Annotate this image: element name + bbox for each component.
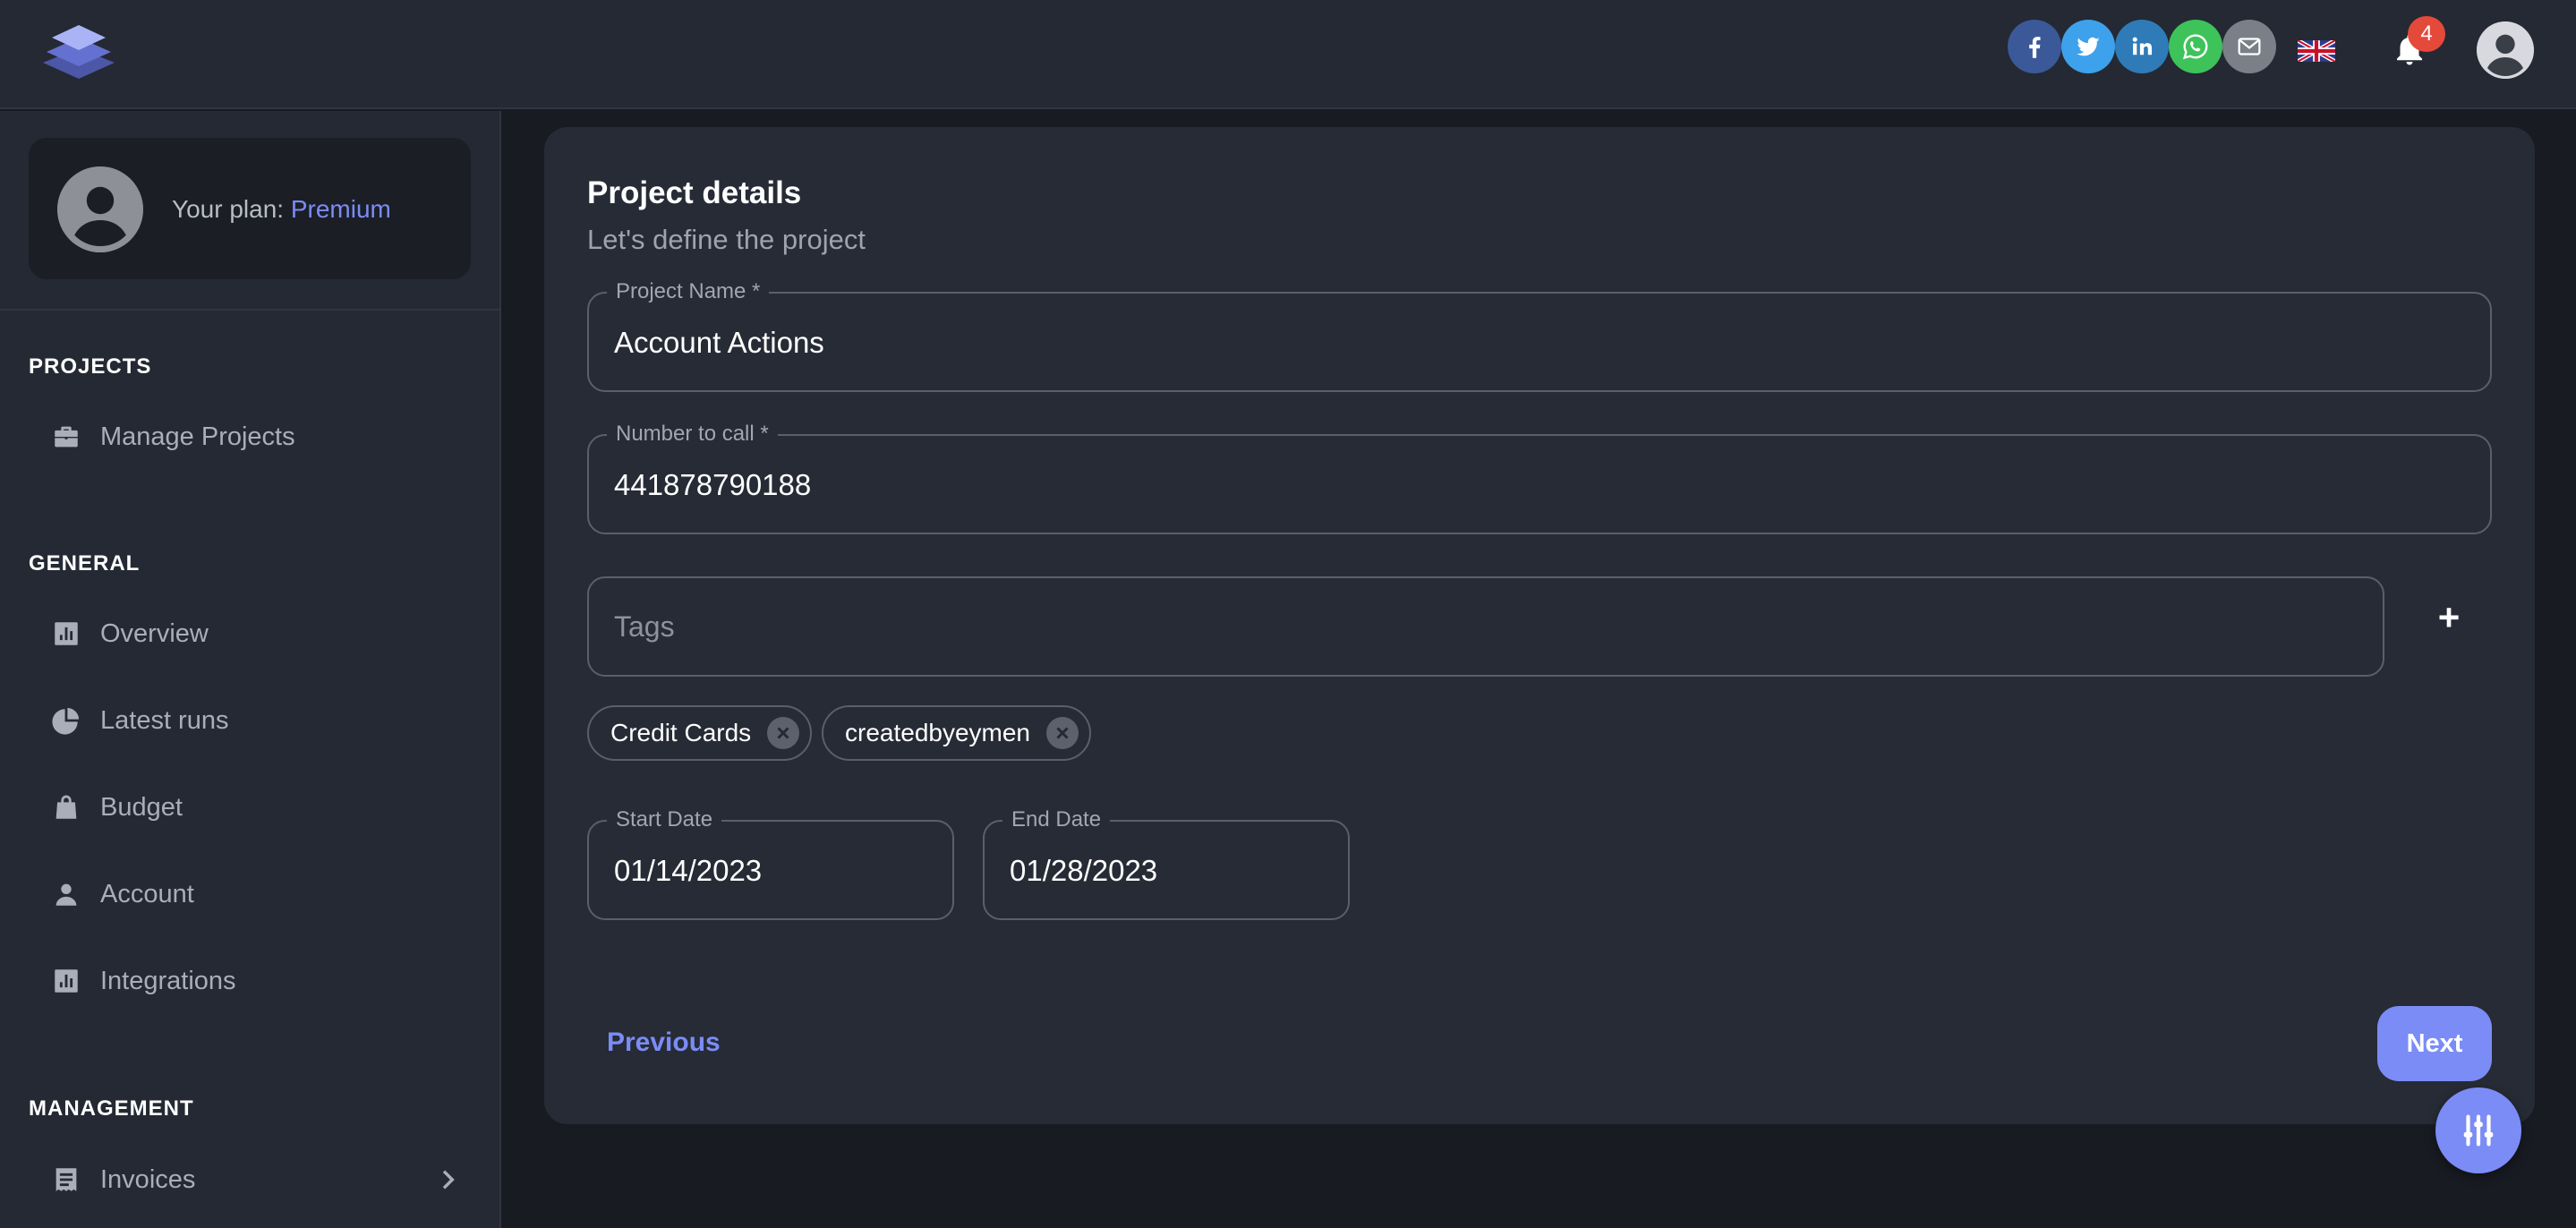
settings-fab-button[interactable] [2435, 1087, 2521, 1173]
bar-chart-icon [50, 965, 82, 997]
section-title-management: MANAGEMENT [29, 1096, 194, 1121]
person-icon [50, 878, 82, 910]
section-title-projects: PROJECTS [29, 354, 152, 379]
app-logo-icon[interactable] [39, 21, 118, 84]
plan-card: Your plan: Premium [29, 138, 471, 279]
sidebar-item-label: Invoices [100, 1164, 196, 1194]
number-to-call-label: Number to call * [607, 422, 778, 447]
facebook-icon[interactable] [2008, 20, 2061, 73]
project-name-label: Project Name * [607, 279, 770, 304]
sidebar-item-invoices[interactable]: Invoices [50, 1158, 462, 1201]
start-date-field[interactable]: Start Date 01/14/2023 [587, 807, 954, 920]
sidebar-item-label: Latest runs [100, 705, 229, 735]
sidebar-item-label: Budget [100, 792, 183, 822]
whatsapp-icon[interactable] [2169, 20, 2222, 73]
tags-input[interactable]: Tags [587, 576, 2384, 677]
sidebar-item-account[interactable]: Account [50, 873, 462, 916]
chevron-right-icon [433, 1165, 462, 1194]
sidebar-item-manage-projects[interactable]: Manage Projects [50, 415, 462, 458]
end-date-field[interactable]: End Date 01/28/2023 [983, 807, 1350, 920]
email-icon[interactable] [2222, 20, 2276, 73]
end-date-label: End Date [1002, 807, 1111, 832]
page-subtitle: Let's define the project [587, 224, 866, 255]
tags-placeholder: Tags [614, 610, 675, 643]
pie-chart-icon [50, 704, 82, 737]
tag-chip-label: Credit Cards [610, 719, 752, 746]
sidebar-item-label: Overview [100, 618, 209, 648]
plan-name-link[interactable]: Premium [291, 195, 391, 223]
sidebar-item-integrations[interactable]: Integrations [50, 959, 462, 1002]
uk-flag-icon[interactable] [2296, 38, 2337, 64]
sidebar-divider [0, 309, 499, 311]
sidebar-item-label: Manage Projects [100, 422, 295, 451]
bar-chart-icon [50, 618, 82, 650]
tag-chip: createdbyeymen [822, 705, 1092, 761]
end-date-input[interactable]: 01/28/2023 [1010, 854, 1157, 888]
top-bar: 4 [0, 0, 2576, 109]
plan-info: Your plan: Premium [172, 195, 391, 224]
project-details-card: Project details Let's define the project… [544, 127, 2535, 1124]
sidebar-item-budget[interactable]: Budget [50, 786, 462, 829]
project-name-input[interactable]: Account Actions [614, 326, 824, 360]
sidebar-item-label: Account [100, 879, 194, 908]
remove-tag-icon[interactable] [1046, 717, 1079, 749]
add-tag-button[interactable]: + [2427, 596, 2470, 639]
plan-label: Your plan: [172, 195, 291, 223]
tag-chip: Credit Cards [587, 705, 813, 761]
notification-count-badge: 4 [2408, 16, 2445, 52]
remove-tag-icon[interactable] [767, 717, 800, 749]
shopping-bag-icon [50, 791, 82, 823]
next-button[interactable]: Next [2377, 1006, 2492, 1081]
receipt-icon [50, 1164, 82, 1196]
previous-button[interactable]: Previous [607, 1028, 721, 1058]
sidebar-item-label: Integrations [100, 966, 236, 995]
start-date-input[interactable]: 01/14/2023 [614, 854, 762, 888]
sliders-icon [2463, 1114, 2494, 1147]
briefcase-icon [50, 421, 82, 453]
linkedin-icon[interactable] [2115, 20, 2169, 73]
number-to-call-input[interactable]: 441878790188 [614, 468, 811, 502]
sidebar-item-latest-runs[interactable]: Latest runs [50, 699, 462, 742]
sidebar-item-overview[interactable]: Overview [50, 612, 462, 655]
profile-avatar-icon [57, 166, 143, 252]
section-title-general: GENERAL [29, 551, 141, 576]
tag-chip-label: createdbyeymen [845, 719, 1031, 746]
project-name-field[interactable]: Project Name * Account Actions [587, 279, 2492, 392]
number-to-call-field[interactable]: Number to call * 441878790188 [587, 422, 2492, 534]
sidebar: Your plan: Premium PROJECTS Manage Proje… [0, 111, 501, 1228]
user-avatar[interactable] [2477, 21, 2534, 79]
start-date-label: Start Date [607, 807, 722, 832]
page-title: Project details [587, 175, 802, 210]
twitter-icon[interactable] [2061, 20, 2115, 73]
